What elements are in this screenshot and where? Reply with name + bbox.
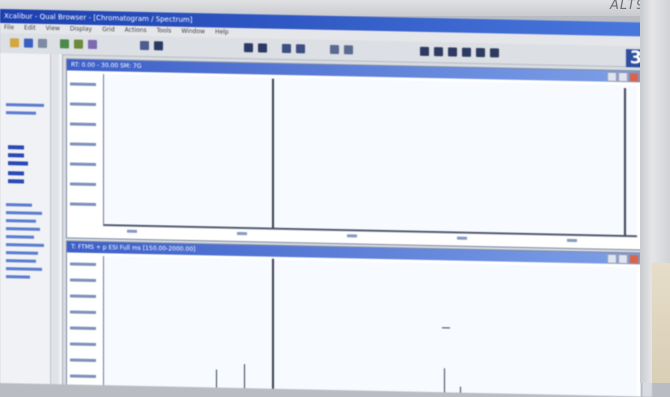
view-e-icon[interactable] bbox=[476, 47, 485, 58]
y-tick bbox=[70, 121, 96, 128]
layout-icon[interactable] bbox=[282, 43, 291, 54]
zoom-icon[interactable] bbox=[60, 39, 69, 49]
menu-item[interactable]: File bbox=[4, 24, 14, 31]
screen: Xcalibur - Qual Browser - [Chromatogram … bbox=[0, 9, 652, 397]
spectrum-peak bbox=[272, 258, 274, 395]
save-icon[interactable] bbox=[24, 38, 33, 48]
y-tick bbox=[70, 341, 96, 348]
y-tick bbox=[70, 261, 96, 268]
spectrum-peak bbox=[460, 386, 461, 397]
spectrum-plot[interactable] bbox=[103, 256, 637, 397]
sidebar-line bbox=[6, 267, 42, 271]
y-tick bbox=[70, 181, 96, 188]
menu-item[interactable]: Actions bbox=[125, 27, 147, 34]
menu-item[interactable]: Display bbox=[70, 25, 92, 32]
y-tick bbox=[70, 357, 96, 364]
sidebar-selected-item[interactable] bbox=[8, 153, 24, 158]
desk-background bbox=[652, 263, 670, 383]
x-tick bbox=[237, 231, 247, 237]
sidebar-line bbox=[6, 275, 30, 279]
chromatogram-plot[interactable] bbox=[103, 74, 637, 238]
sidebar-scrollbar[interactable] bbox=[50, 54, 59, 385]
scale-icon[interactable] bbox=[330, 44, 339, 55]
y-tick bbox=[70, 277, 96, 284]
minimize-icon[interactable] bbox=[607, 71, 617, 82]
view-b-icon[interactable] bbox=[434, 47, 443, 57]
chromatogram-peak-right bbox=[624, 88, 626, 237]
view-a-icon[interactable] bbox=[420, 46, 429, 56]
sidebar-line bbox=[6, 235, 34, 239]
sidebar-selected-item[interactable] bbox=[8, 179, 24, 184]
sidebar-line bbox=[6, 219, 36, 223]
menu-item[interactable]: Edit bbox=[24, 25, 36, 32]
y-tick bbox=[70, 141, 96, 148]
sidebar-line bbox=[6, 227, 40, 231]
spectrum-icon[interactable] bbox=[88, 39, 97, 50]
menu-item[interactable]: Help bbox=[215, 29, 229, 36]
spectrum-peak bbox=[216, 369, 217, 394]
chromatogram-pane: RT: 0.00 - 30.00 SM: 7G bbox=[66, 58, 642, 251]
x-tick bbox=[567, 238, 577, 244]
y-tick bbox=[70, 161, 96, 168]
maximize-icon[interactable] bbox=[618, 71, 628, 83]
view-d-icon[interactable] bbox=[462, 47, 471, 57]
grid-icon[interactable] bbox=[140, 40, 149, 51]
normalize-icon[interactable] bbox=[244, 43, 253, 53]
sidebar-line bbox=[6, 111, 36, 115]
x-tick bbox=[127, 229, 137, 235]
sidebar-line bbox=[6, 259, 36, 263]
menu-item[interactable]: Window bbox=[181, 28, 205, 35]
file-sidebar bbox=[0, 53, 63, 385]
spectrum-peak bbox=[244, 364, 245, 395]
sidebar-line bbox=[6, 211, 42, 215]
minimize-icon[interactable] bbox=[607, 253, 617, 264]
app-title: Xcalibur - Qual Browser - [Chromatogram … bbox=[4, 12, 193, 25]
y-tick bbox=[70, 101, 96, 108]
chromatogram-peak bbox=[272, 78, 274, 229]
y-tick bbox=[70, 309, 96, 316]
pane-title: RT: 0.00 - 30.00 SM: 7G bbox=[71, 61, 142, 70]
chromatogram-baseline bbox=[104, 224, 637, 237]
menu-item[interactable]: View bbox=[46, 25, 60, 32]
spectrum-peak bbox=[444, 368, 445, 397]
chart-icon[interactable] bbox=[74, 39, 83, 49]
range-icon[interactable] bbox=[154, 41, 163, 51]
menu-item[interactable]: Tools bbox=[157, 27, 172, 34]
y-tick bbox=[70, 81, 96, 88]
y-tick bbox=[70, 373, 96, 380]
sidebar-line bbox=[6, 243, 44, 247]
spectrum-peak bbox=[442, 327, 450, 329]
sidebar-line bbox=[6, 203, 32, 207]
sidebar-selected-item[interactable] bbox=[8, 161, 28, 166]
y-tick bbox=[70, 293, 96, 300]
view-f-icon[interactable] bbox=[490, 48, 499, 58]
tile-icon[interactable] bbox=[296, 44, 305, 54]
close-icon[interactable] bbox=[629, 72, 639, 83]
print-icon[interactable] bbox=[38, 38, 47, 48]
spectrum-pane: T: FTMS + p ESI Full ms [150.00-2000.00] bbox=[66, 240, 642, 397]
sidebar-line bbox=[6, 251, 38, 255]
x-tick bbox=[457, 236, 467, 242]
menu-item[interactable]: Grid bbox=[102, 26, 115, 33]
x-tick bbox=[347, 233, 357, 239]
open-icon[interactable] bbox=[10, 38, 19, 48]
close-icon[interactable] bbox=[629, 254, 639, 265]
pane-title: T: FTMS + p ESI Full ms [150.00-2000.00] bbox=[71, 243, 196, 254]
overlay-icon[interactable] bbox=[258, 43, 267, 53]
sidebar-line bbox=[6, 103, 44, 107]
nav-icon[interactable] bbox=[344, 45, 353, 55]
sidebar-selected-item[interactable] bbox=[8, 145, 24, 150]
y-tick bbox=[70, 201, 96, 208]
view-c-icon[interactable] bbox=[448, 47, 457, 57]
maximize-icon[interactable] bbox=[618, 253, 628, 265]
sidebar-selected-item[interactable] bbox=[8, 171, 24, 176]
y-tick bbox=[70, 325, 96, 332]
